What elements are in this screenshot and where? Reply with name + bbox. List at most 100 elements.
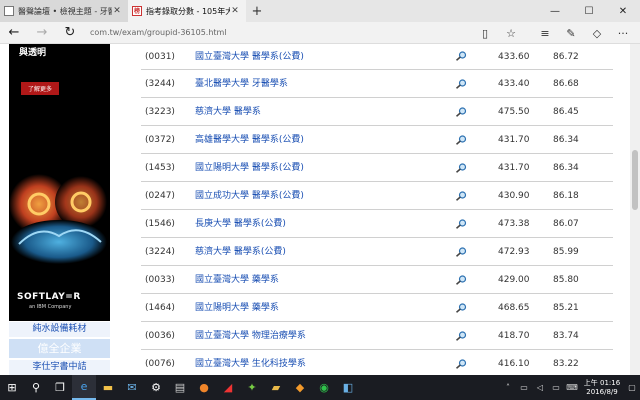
address-bar[interactable]: com.tw/exam/groupid-36105.html <box>90 28 430 37</box>
search-icon[interactable] <box>455 303 467 313</box>
dept-link[interactable]: 慈濟大學 醫學系(公費) <box>195 238 286 266</box>
table-row: (0247) 國立成功大學 醫學系(公費) 430.90 86.18 <box>141 182 613 210</box>
forward-icon[interactable]: → <box>28 22 56 44</box>
app-red-icon[interactable]: ◢ <box>216 375 240 400</box>
ad-headline: 與透明 <box>19 48 47 58</box>
table-row: (1453) 國立陽明大學 醫學系(公費) 431.70 86.34 <box>141 154 613 182</box>
minimize-icon[interactable]: — <box>538 0 572 22</box>
maximize-icon[interactable]: ☐ <box>572 0 606 22</box>
search-icon[interactable] <box>455 219 467 229</box>
store-icon[interactable]: ▤ <box>168 375 192 400</box>
weighted-score: 83.74 <box>553 331 579 341</box>
reading-view-icon[interactable]: ▯ <box>472 22 498 44</box>
refresh-icon[interactable]: ↻ <box>56 22 84 44</box>
avg-score: 429.00 <box>498 275 530 285</box>
avg-score: 433.60 <box>498 52 530 62</box>
dept-link[interactable]: 國立陽明大學 藥學系 <box>195 294 279 322</box>
app-green-icon[interactable]: ✦ <box>240 375 264 400</box>
dept-code: (1453) <box>145 163 175 173</box>
avg-score: 431.70 <box>498 135 530 145</box>
dept-link[interactable]: 臺北醫學大學 牙醫學系 <box>195 70 288 98</box>
settings-gear-icon[interactable]: ⚙ <box>144 375 168 400</box>
dept-link[interactable]: 慈濟大學 醫學系 <box>195 98 261 126</box>
chevron-up-icon[interactable]: ˄ <box>500 383 516 392</box>
close-icon[interactable]: ✕ <box>230 6 240 16</box>
volume-icon[interactable]: ◁ <box>532 383 548 392</box>
vertical-scrollbar[interactable] <box>630 44 640 375</box>
close-icon[interactable]: ✕ <box>112 6 122 16</box>
taskbar: ⊞ ⚲ ❐ e ▬ ✉ ⚙ ▤ ● ◢ ✦ ▰ ◆ ◉ ◧ ˄ ▭ ◁ ▭ ⌨ … <box>0 375 640 400</box>
search-icon[interactable]: ⚲ <box>24 375 48 400</box>
search-icon[interactable] <box>455 331 467 341</box>
ad-link[interactable]: 億全企業 <box>9 339 110 358</box>
more-icon[interactable]: ··· <box>610 22 636 44</box>
ad-link[interactable]: 純水設備耗材 <box>9 322 110 337</box>
hub-icon[interactable]: ≡ <box>532 22 558 44</box>
dept-link[interactable]: 國立臺灣大學 物理治療學系 <box>195 322 306 350</box>
line-chat-icon[interactable]: ◉ <box>312 375 336 400</box>
table-row: (3223) 慈濟大學 醫學系 475.50 86.45 <box>141 98 613 126</box>
search-icon[interactable] <box>455 135 467 145</box>
search-icon[interactable] <box>455 191 467 201</box>
scrollbar-thumb[interactable] <box>632 150 638 210</box>
ad-column: 與透明 了解更多 SOFTLAY=R an IBM Company 純水設備耗材… <box>9 44 110 375</box>
dept-code: (0247) <box>145 191 175 201</box>
tab-exam-scores[interactable]: 榜 指考錄取分數 - 105年大 ✕ <box>128 0 246 22</box>
table-row: (1464) 國立陽明大學 藥學系 468.65 85.21 <box>141 294 613 322</box>
weighted-score: 85.99 <box>553 247 579 257</box>
web-note-icon[interactable]: ✎ <box>558 22 584 44</box>
search-icon[interactable] <box>455 107 467 117</box>
clock[interactable]: 上午 01:16 2016/8/9 <box>580 379 624 397</box>
share-icon[interactable]: ◇ <box>584 22 610 44</box>
avg-score: 472.93 <box>498 247 530 257</box>
network-icon[interactable]: ▭ <box>516 383 532 392</box>
weighted-score: 83.22 <box>553 359 579 369</box>
window-controls: — ☐ ✕ <box>538 0 640 22</box>
search-icon[interactable] <box>455 275 467 285</box>
search-icon[interactable] <box>455 51 467 61</box>
dept-link[interactable]: 高雄醫學大學 醫學系(公費) <box>195 126 304 154</box>
app-orange-icon[interactable]: ◆ <box>288 375 312 400</box>
ad-learn-more-button[interactable]: 了解更多 <box>21 82 59 95</box>
avg-score: 431.70 <box>498 163 530 173</box>
dept-code: (3244) <box>145 79 175 89</box>
avg-score: 418.70 <box>498 331 530 341</box>
dept-link[interactable]: 長庚大學 醫學系(公費) <box>195 210 286 238</box>
avg-score: 468.65 <box>498 303 530 313</box>
notifications-icon[interactable]: ▢ <box>624 383 640 392</box>
avg-score: 430.90 <box>498 191 530 201</box>
keyboard-icon[interactable]: ⌨ <box>564 383 580 392</box>
task-view-icon[interactable]: ❐ <box>48 375 72 400</box>
search-icon[interactable] <box>455 247 467 257</box>
battery-icon[interactable]: ▭ <box>548 383 564 392</box>
tab-title: 醫聲論壇 • 檢視主題 - 牙醫全 <box>18 6 112 16</box>
close-window-icon[interactable]: ✕ <box>606 0 640 22</box>
app-blue-icon[interactable]: ◧ <box>336 375 360 400</box>
dept-link[interactable]: 國立臺灣大學 生化科技學系 <box>195 350 306 375</box>
dept-code: (3223) <box>145 107 175 117</box>
ad-logo-sub: an IBM Company <box>29 304 72 310</box>
edge-browser-icon[interactable]: e <box>72 375 96 400</box>
dept-link[interactable]: 國立臺灣大學 醫學系(公費) <box>195 44 304 70</box>
table-row: (0031) 國立臺灣大學 醫學系(公費) 433.60 86.72 <box>141 44 613 70</box>
dept-link[interactable]: 國立臺灣大學 藥學系 <box>195 266 279 294</box>
tab-title: 指考錄取分數 - 105年大 <box>146 6 230 16</box>
table-row: (0372) 高雄醫學大學 醫學系(公費) 431.70 86.34 <box>141 126 613 154</box>
new-tab-button[interactable]: + <box>246 0 268 22</box>
search-icon[interactable] <box>455 79 467 89</box>
app-folder-icon[interactable]: ▰ <box>264 375 288 400</box>
dept-link[interactable]: 國立成功大學 醫學系(公費) <box>195 182 304 210</box>
search-icon[interactable] <box>455 359 467 369</box>
mail-icon[interactable]: ✉ <box>120 375 144 400</box>
dept-link[interactable]: 國立陽明大學 醫學系(公費) <box>195 154 304 182</box>
back-icon[interactable]: ← <box>0 22 28 44</box>
ad-banner[interactable]: 與透明 了解更多 SOFTLAY=R an IBM Company <box>9 44 110 321</box>
search-icon[interactable] <box>455 163 467 173</box>
favorite-star-icon[interactable]: ☆ <box>498 22 524 44</box>
firefox-icon[interactable]: ● <box>192 375 216 400</box>
weighted-score: 86.34 <box>553 135 579 145</box>
file-explorer-icon[interactable]: ▬ <box>96 375 120 400</box>
tab-forum[interactable]: 醫聲論壇 • 檢視主題 - 牙醫全 ✕ <box>0 0 128 22</box>
windows-start-icon[interactable]: ⊞ <box>0 375 24 400</box>
ad-link[interactable]: 李仕宇書中詰 <box>9 360 110 375</box>
